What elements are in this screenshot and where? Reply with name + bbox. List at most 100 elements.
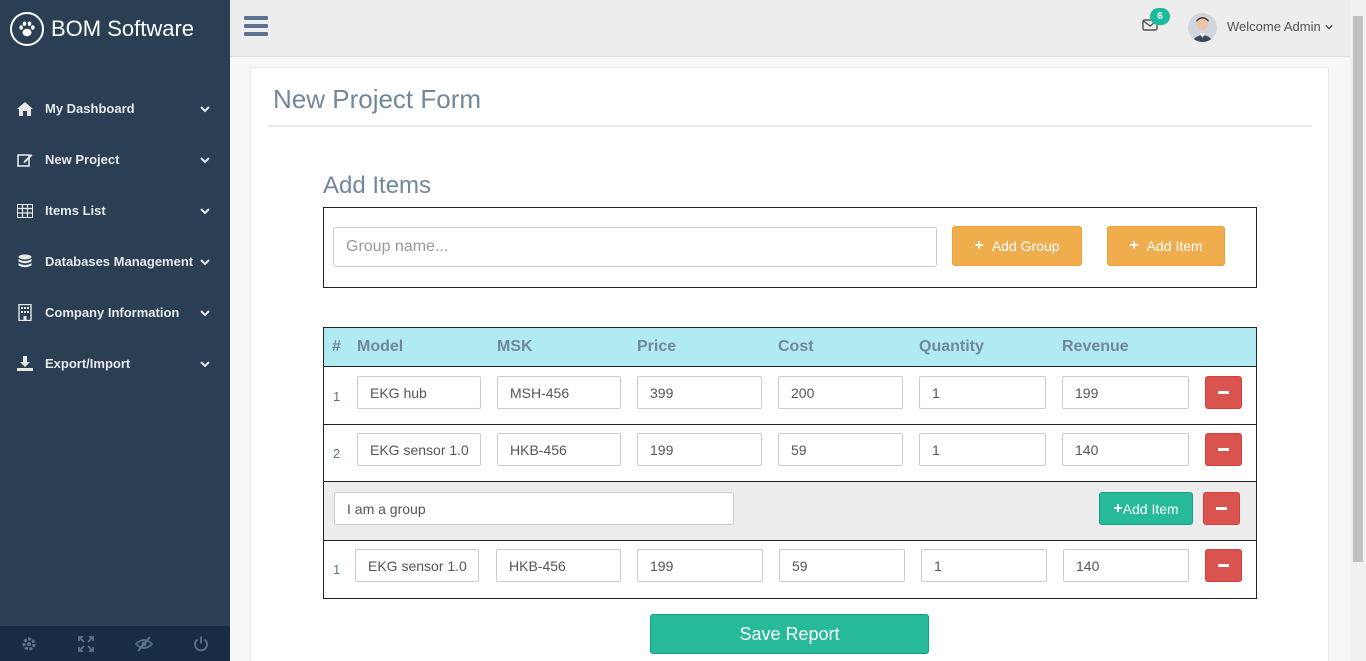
minus-icon (1218, 448, 1229, 451)
sidebar-item-label: New Project (45, 152, 120, 167)
fullscreen-icon[interactable] (58, 626, 116, 661)
section-title: Add Items (323, 172, 432, 199)
plus-icon: + (974, 237, 984, 254)
column-header: Cost (778, 338, 814, 355)
group-add-item-button[interactable]: + Add Item (1099, 492, 1193, 525)
settings-icon[interactable] (0, 626, 58, 661)
top-navbar: 6 Welcome Admin (230, 0, 1350, 57)
sidebar-item-label: Databases Management (45, 254, 194, 269)
model-input[interactable]: EKG sensor 1.0 (357, 433, 481, 466)
sidebar-item-my-dashboard[interactable]: My Dashboard (0, 83, 230, 134)
column-header: Quantity (919, 338, 984, 355)
revenue-input[interactable]: 140 (1063, 549, 1189, 582)
minus-icon (1218, 391, 1229, 394)
remove-row-button[interactable] (1205, 433, 1242, 466)
chevron-down-icon (200, 207, 210, 214)
sidebar-item-company-information[interactable]: Company Information (0, 287, 230, 338)
sidebar-footer (0, 626, 230, 661)
home-icon (15, 101, 35, 116)
remove-row-button[interactable] (1205, 376, 1242, 409)
brand-name: BOM Software (51, 15, 195, 41)
table-row: 1 EKG sensor 1.0 HKB-456 199 59 1 140 (324, 541, 1256, 598)
column-header: # (332, 338, 341, 355)
sidebar-item-databases-management[interactable]: Databases Management (0, 236, 230, 287)
model-input[interactable]: EKG hub (357, 376, 481, 409)
items-table: # Model MSK Price Cost Quantity Revenue … (323, 327, 1257, 599)
msk-input[interactable]: MSH-456 (497, 376, 621, 409)
cost-input[interactable]: 200 (778, 376, 903, 409)
new-project-panel: New Project Form Add Items + Add Group +… (250, 67, 1329, 661)
minus-icon (1216, 507, 1227, 510)
table-icon (15, 203, 35, 218)
table-row: 1 EKG hub MSH-456 399 200 1 199 (324, 368, 1256, 425)
power-icon[interactable] (173, 626, 231, 661)
table-header: # Model MSK Price Cost Quantity Revenue (324, 328, 1256, 367)
table-row: 2 EKG sensor 1.0 HKB-456 199 59 1 140 (324, 425, 1256, 482)
add-group-button[interactable]: + Add Group (952, 226, 1082, 266)
sidebar-item-label: Items List (45, 203, 106, 218)
avatar[interactable] (1188, 13, 1217, 42)
sidebar-item-label: Company Information (45, 305, 180, 320)
notification-badge: 6 (1150, 8, 1170, 25)
add-group-label: Add Group (991, 238, 1060, 254)
revenue-input[interactable]: 199 (1062, 376, 1189, 409)
sidebar-item-export-import[interactable]: Export/Import (0, 338, 230, 389)
plus-icon: + (1113, 499, 1123, 517)
cost-input[interactable]: 59 (778, 433, 903, 466)
sidebar-item-items-list[interactable]: Items List (0, 185, 230, 236)
title-divider (268, 125, 1312, 127)
group-name-field[interactable]: I am a group (334, 492, 734, 525)
group-add-item-label: Add Item (1122, 500, 1179, 517)
remove-group-button[interactable] (1203, 492, 1240, 525)
menu-toggle-icon[interactable] (244, 16, 268, 38)
group-name-input[interactable] (333, 227, 937, 267)
database-icon (15, 254, 35, 270)
quantity-input[interactable]: 1 (919, 376, 1046, 409)
save-report-button[interactable]: Save Report (650, 614, 929, 654)
minus-icon (1218, 564, 1229, 567)
chevron-down-icon (200, 258, 210, 265)
cost-input[interactable]: 59 (779, 549, 905, 582)
brand[interactable]: BOM Software (0, 0, 230, 57)
remove-row-button[interactable] (1205, 549, 1242, 582)
price-input[interactable]: 399 (637, 376, 762, 409)
download-icon (15, 356, 35, 371)
sidebar-menu: My Dashboard New Project Items List Data… (0, 83, 230, 389)
plus-icon: + (1129, 237, 1139, 254)
revenue-input[interactable]: 140 (1062, 433, 1189, 466)
chevron-down-icon (200, 309, 210, 316)
column-header: Model (357, 338, 404, 355)
eye-slash-icon[interactable] (115, 626, 173, 661)
chevron-down-icon (1324, 24, 1333, 30)
page-title: New Project Form (273, 84, 482, 114)
quantity-input[interactable]: 1 (921, 549, 1047, 582)
page-scrollbar[interactable] (1350, 0, 1366, 661)
add-item-label: Add Item (1146, 238, 1203, 254)
welcome-text: Welcome Admin (1227, 19, 1321, 34)
price-input[interactable]: 199 (637, 433, 762, 466)
scrollbar-thumb[interactable] (1353, 16, 1363, 562)
model-input[interactable]: EKG sensor 1.0 (355, 549, 479, 582)
sidebar-item-label: Export/Import (45, 356, 131, 371)
quantity-input[interactable]: 1 (919, 433, 1046, 466)
add-item-button[interactable]: + Add Item (1107, 226, 1225, 266)
sidebar-item-label: My Dashboard (45, 101, 135, 116)
chevron-down-icon (200, 156, 210, 163)
add-items-box: + Add Group + Add Item (323, 207, 1257, 288)
group-row: I am a group + Add Item (324, 482, 1256, 541)
sidebar-item-new-project[interactable]: New Project (0, 134, 230, 185)
column-header: Price (637, 338, 677, 355)
edit-icon (15, 152, 35, 168)
sidebar: BOM Software My Dashboard New Project It… (0, 0, 230, 661)
msk-input[interactable]: HKB-456 (497, 433, 621, 466)
chevron-down-icon (200, 360, 210, 367)
msk-input[interactable]: HKB-456 (496, 549, 621, 582)
price-input[interactable]: 199 (637, 549, 763, 582)
building-icon (15, 304, 35, 321)
user-menu[interactable]: Welcome Admin (1227, 19, 1333, 34)
row-index: 1 (333, 389, 341, 404)
chevron-down-icon (200, 105, 210, 112)
row-index: 2 (333, 446, 341, 461)
column-header: MSK (497, 338, 533, 355)
paw-icon (10, 11, 44, 46)
